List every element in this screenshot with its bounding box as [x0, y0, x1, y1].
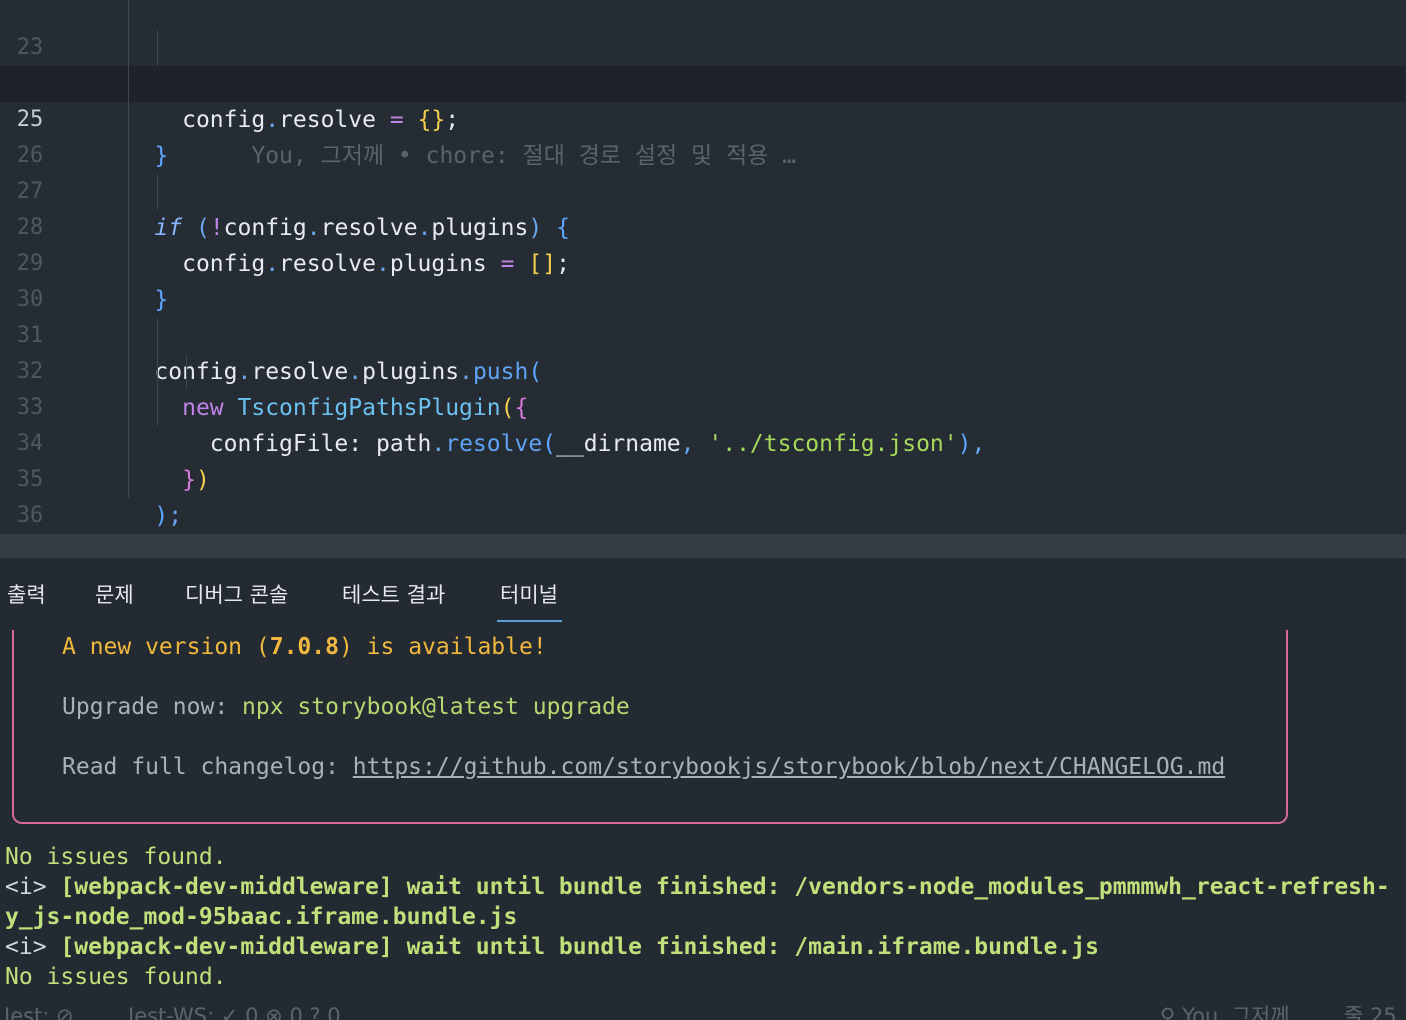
git-blame-status[interactable]: ⚲ You, 그저께 [1160, 1000, 1290, 1020]
jest-ws-status[interactable]: Jest-WS: ✓ 0 ⊗ 0 ? 0 [128, 1000, 341, 1020]
status-bar: Jest: ⊘ Jest-WS: ✓ 0 ⊗ 0 ? 0 ⚲ You, 그저께 … [0, 1000, 1406, 1020]
code-line-current[interactable]: 25 } You, 그저께 • chore: 절대 경로 설정 및 적용 … [0, 66, 1406, 169]
tab-terminal[interactable]: 터미널 [497, 580, 562, 622]
code-line[interactable]: 33 configFile: path.resolve(__dirname, '… [0, 354, 1406, 457]
jest-status[interactable]: Jest: ⊘ [4, 1000, 74, 1020]
no-issues-line: No issues found. [5, 844, 227, 870]
code-line[interactable]: 30 [0, 246, 1406, 312]
tab-problems[interactable]: 문제 [95, 580, 134, 620]
code-editor[interactable]: 23 if (!config.resolve) { 24 config.reso… [0, 0, 1406, 558]
changelog-link[interactable]: https://github.com/storybookjs/storybook… [353, 754, 1225, 780]
tab-debug-console[interactable]: 디버그 콘솔 [185, 580, 288, 620]
terminal-output[interactable]: A new version (7.0.8) is available! Upgr… [0, 630, 1406, 1020]
code-line[interactable]: 26 [0, 102, 1406, 168]
indent-guide [128, 0, 129, 498]
code-line[interactable]: 38 }; [0, 534, 1406, 558]
cursor-position[interactable]: 줄 25 [1344, 1000, 1397, 1020]
code-line[interactable]: 28 config.resolve.plugins = []; [0, 174, 1406, 277]
webpack-log-line: <i> [webpack-dev-middleware] wait until … [5, 874, 1390, 900]
code-line[interactable]: 29 } [0, 210, 1406, 313]
indent-guide [186, 354, 187, 390]
changelog-line: Read full changelog: https://github.com/… [62, 754, 1226, 780]
upgrade-line: Upgrade now: npx storybook@latest upgrad… [62, 694, 630, 720]
code-line[interactable]: 34 }) [0, 390, 1406, 493]
code-line[interactable]: 31 config.resolve.plugins.push( [0, 282, 1406, 385]
code-line[interactable]: 24 config.resolve = {}; [0, 30, 1406, 133]
webpack-log-line: <i> [webpack-dev-middleware] wait until … [5, 934, 1099, 960]
no-issues-line: No issues found. [5, 964, 227, 990]
upgrade-command: npx storybook@latest upgrade [242, 694, 630, 720]
indent-guide [157, 174, 158, 210]
indent-guide [157, 318, 158, 426]
code-line[interactable]: 35 ); [0, 426, 1406, 529]
code-line[interactable]: 32 new TsconfigPathsPlugin({ [0, 318, 1406, 421]
tab-output[interactable]: 출력 [7, 580, 46, 620]
git-commit-icon: ⚲ [1160, 1004, 1183, 1020]
panel-tab-bar: 출력 문제 디버그 콘솔 테스트 결과 터미널 [0, 558, 1406, 630]
update-version-line: A new version (7.0.8) is available! [62, 634, 547, 660]
code-line[interactable]: 36 return config; [0, 462, 1406, 558]
tab-test-results[interactable]: 테스트 결과 [342, 580, 445, 620]
code-line[interactable]: 27 if (!config.resolve.plugins) { [0, 138, 1406, 241]
code-line[interactable]: 37 }, [0, 498, 1406, 558]
indent-guide [157, 30, 158, 66]
code-line[interactable]: 23 if (!config.resolve) { [0, 0, 1406, 97]
webpack-log-line-wrap: y_js-node_mod-95baac.iframe.bundle.js [5, 904, 518, 930]
